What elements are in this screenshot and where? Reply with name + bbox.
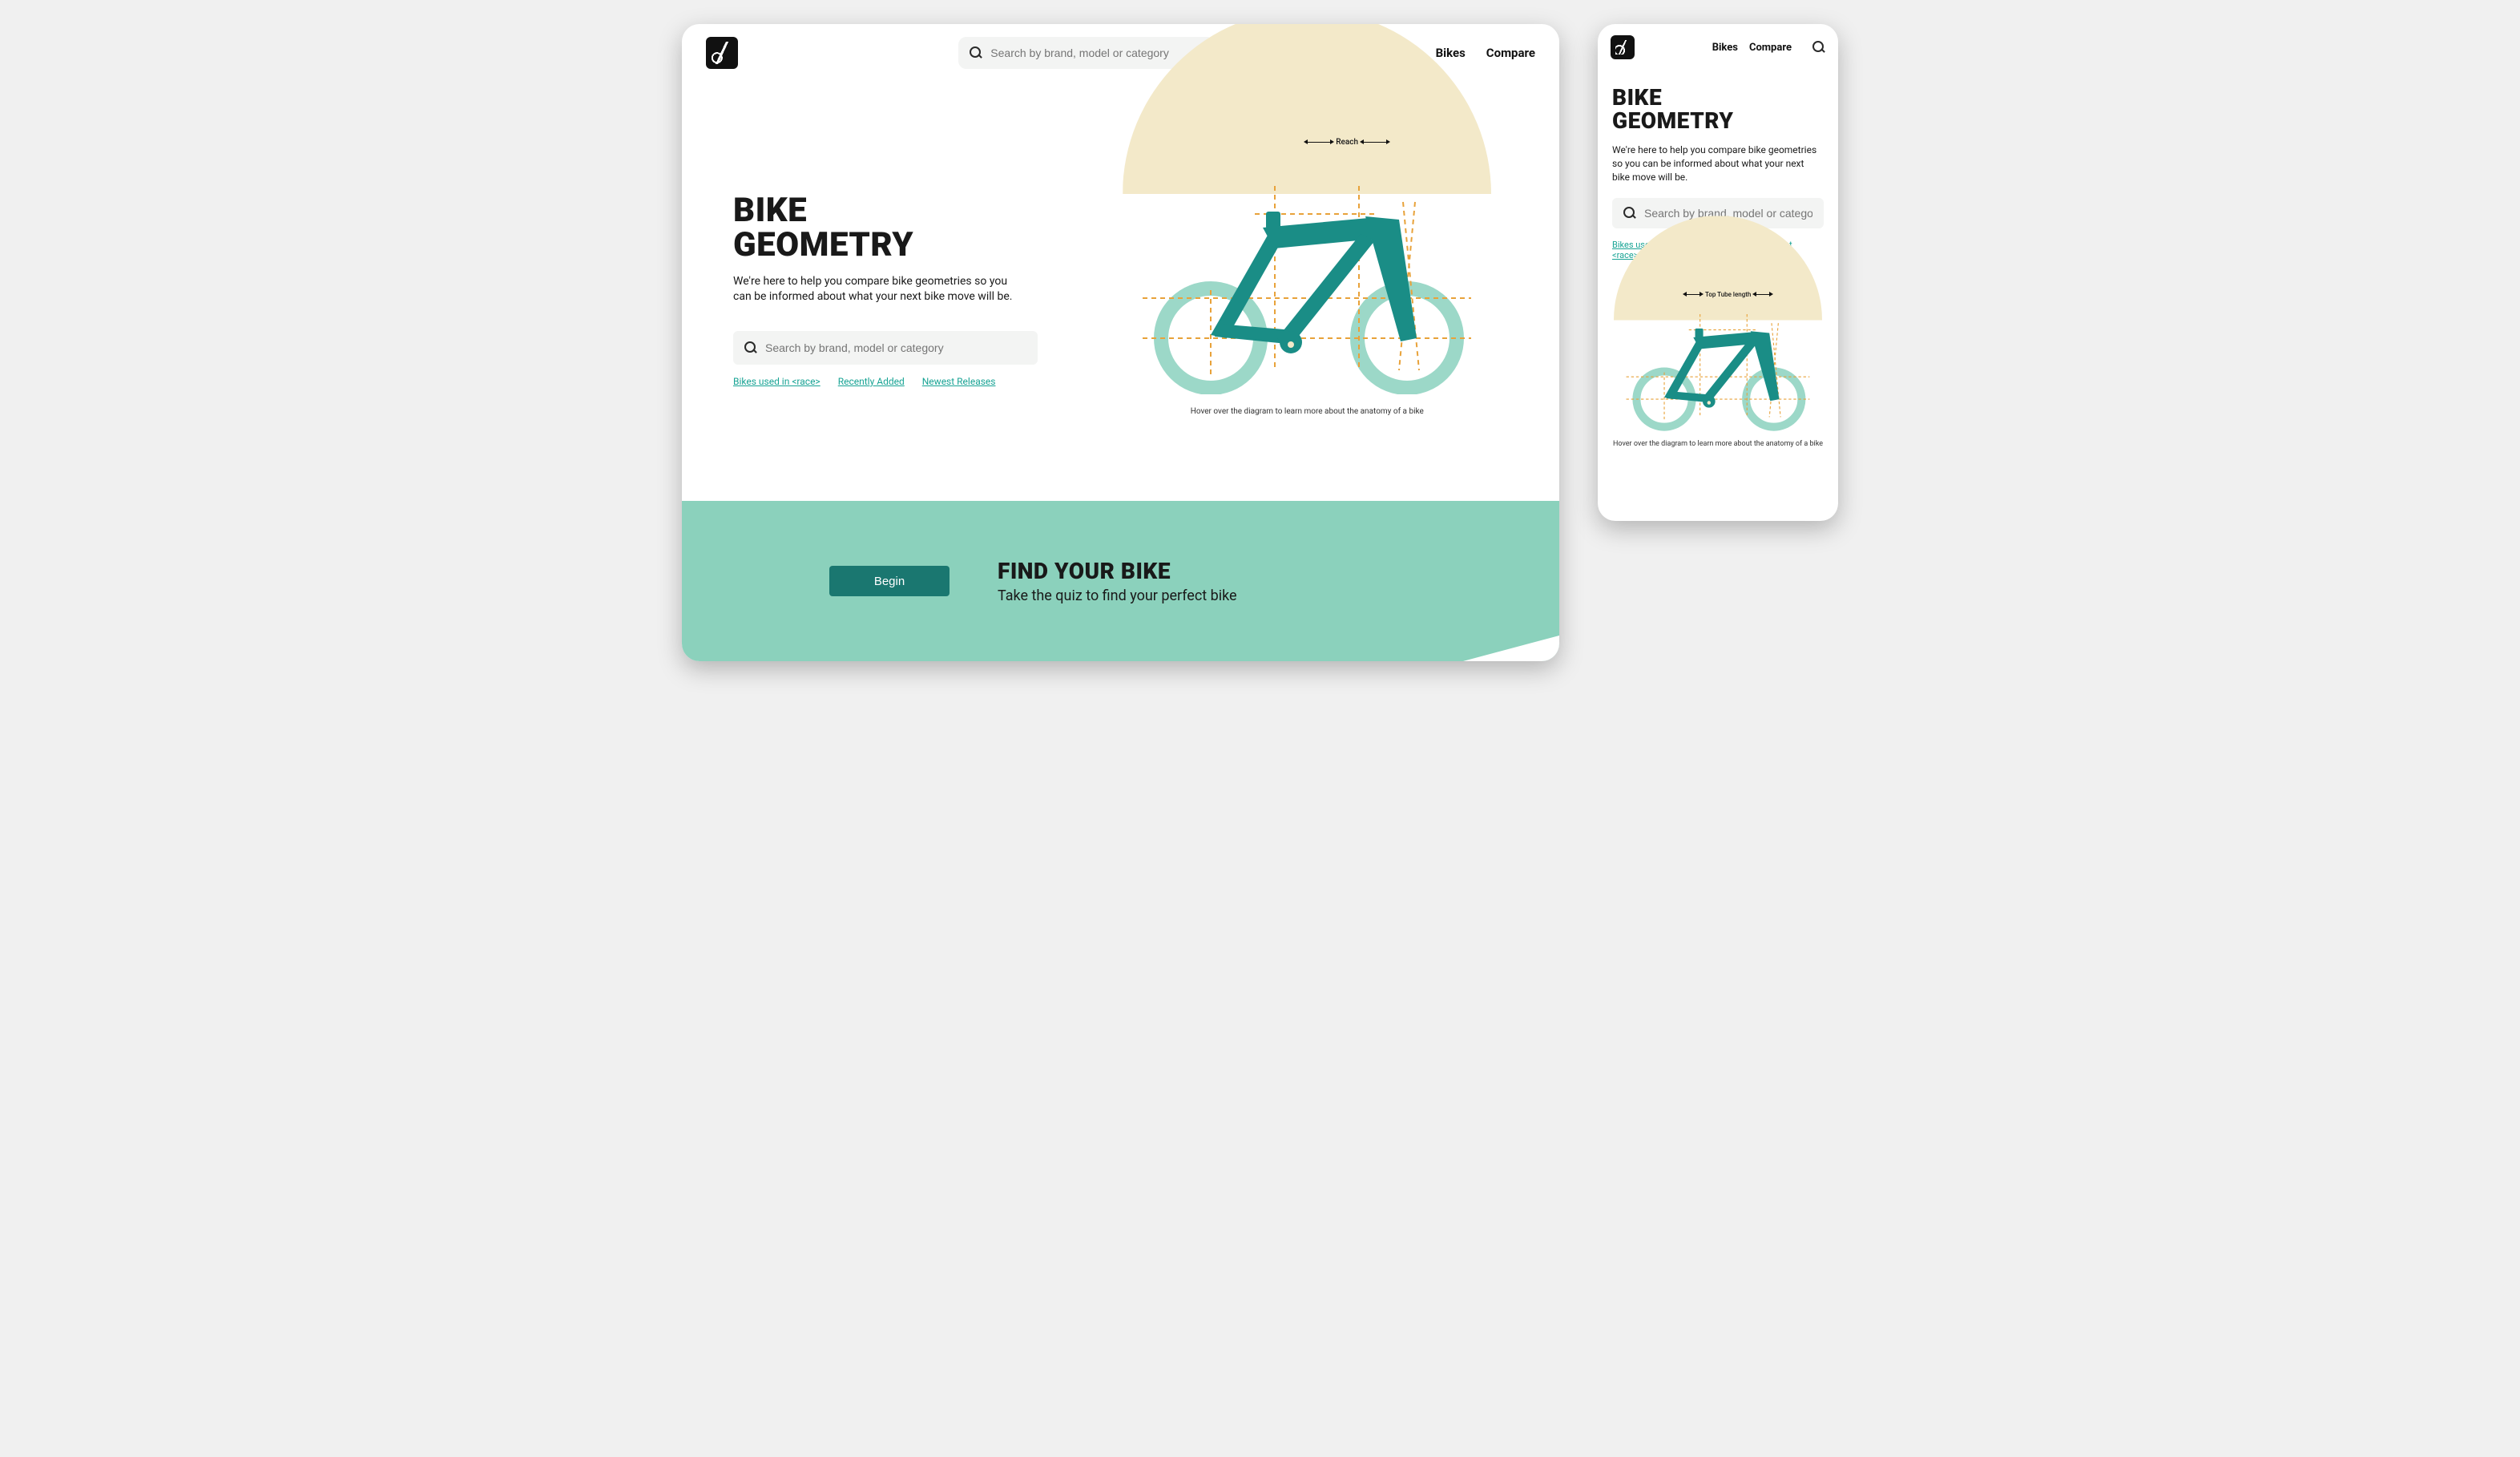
metric-label: Top Tube length [1686, 291, 1770, 298]
quick-links: Bikes used in <race> Recently Added Newe… [733, 376, 1074, 387]
hero-copy: BIKE GEOMETRY We're here to help you com… [733, 114, 1074, 416]
logo-icon[interactable] [706, 37, 738, 69]
page-title: BIKE GEOMETRY [733, 194, 1074, 263]
search-icon [744, 341, 757, 354]
quick-link-race[interactable]: Bikes used in <race> [733, 376, 821, 387]
bike-diagram[interactable]: Top Tube length [1612, 275, 1824, 435]
search-icon [1623, 207, 1636, 220]
nav-bikes[interactable]: Bikes [1436, 46, 1466, 60]
hero: BIKE GEOMETRY We're here to help you com… [682, 82, 1559, 432]
logo-icon[interactable] [1611, 35, 1635, 59]
hero: BIKE GEOMETRY We're here to help you com… [1598, 71, 1838, 456]
mobile-frame: Bikes Compare BIKE GEOMETRY We're here t… [1598, 24, 1838, 521]
hero-search[interactable] [733, 331, 1038, 365]
search-icon[interactable] [1812, 41, 1825, 54]
header-search-input[interactable] [990, 46, 1204, 59]
page-title: BIKE GEOMETRY [1612, 87, 1824, 132]
header-nav: Bikes Compare [1436, 46, 1535, 60]
quick-link-recent[interactable]: Recently Added [838, 376, 905, 387]
diagram-column: Reach Hover over the diagram to learn mo… [1106, 114, 1508, 416]
begin-button[interactable]: Begin [829, 566, 950, 596]
diagram-caption: Hover over the diagram to learn more abo… [1613, 440, 1823, 448]
diagram-column: Top Tube length Hover over the diagram t… [1612, 275, 1824, 448]
diagram-caption: Hover over the diagram to learn more abo… [1191, 407, 1424, 416]
metric-label: Reach [1307, 138, 1387, 147]
page-subtitle: We're here to help you compare bike geom… [1612, 143, 1824, 184]
hero-search-input[interactable] [765, 341, 1026, 354]
bike-frame-icon [1622, 304, 1814, 432]
nav-bikes[interactable]: Bikes [1712, 42, 1738, 54]
bike-frame-icon [1135, 170, 1479, 394]
nav-compare[interactable]: Compare [1749, 42, 1792, 54]
bike-diagram[interactable]: Reach [1115, 114, 1499, 402]
quick-link-newest[interactable]: Newest Releases [922, 376, 996, 387]
cta-title: FIND YOUR BIKE [998, 558, 1237, 584]
cta-subtitle: Take the quiz to find your perfect bike [998, 587, 1237, 604]
desktop-frame: Bikes Compare BIKE GEOMETRY We're here t… [682, 24, 1559, 661]
cta-band: Begin FIND YOUR BIKE Take the quiz to fi… [682, 501, 1559, 661]
header-nav: Bikes Compare [1712, 42, 1792, 54]
cta-copy: FIND YOUR BIKE Take the quiz to find you… [998, 558, 1237, 604]
header: Bikes Compare [1598, 24, 1838, 71]
page-subtitle: We're here to help you compare bike geom… [733, 274, 1022, 305]
nav-compare[interactable]: Compare [1486, 46, 1535, 60]
search-icon [970, 46, 982, 59]
